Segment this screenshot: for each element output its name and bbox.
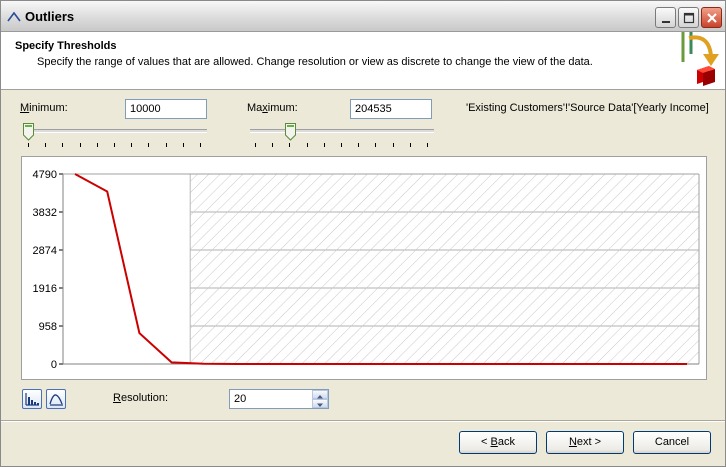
- y-tick-label: 3832: [33, 207, 57, 219]
- window-title: Outliers: [25, 9, 75, 24]
- y-tick-label: 1916: [33, 283, 57, 295]
- next-button[interactable]: Next >: [546, 431, 624, 454]
- excluded-region: [190, 174, 699, 364]
- slider-tick: [62, 143, 64, 147]
- resolution-increment-button[interactable]: [312, 390, 328, 399]
- slider-tick: [28, 143, 29, 147]
- slider-tick: [323, 143, 325, 147]
- maximum-input[interactable]: 204535: [350, 99, 432, 119]
- minimum-input[interactable]: 10000: [125, 99, 207, 119]
- outliers-app-icon: [6, 9, 22, 25]
- slider-tick: [255, 143, 256, 147]
- minimum-slider-ticks: [23, 143, 207, 147]
- resolution-stepper[interactable]: 20: [229, 389, 329, 409]
- slider-tick: [165, 143, 167, 147]
- slider-tick: [409, 143, 411, 147]
- footer-separator: [1, 420, 725, 422]
- maximum-slider-ticks: [250, 143, 434, 147]
- slider-tick: [131, 143, 133, 147]
- y-tick-label: 0: [51, 359, 57, 371]
- resolution-label: Resolution:: [113, 392, 169, 404]
- slider-tick: [96, 143, 98, 147]
- slider-tick: [341, 143, 342, 147]
- maximum-label: Maximum:: [247, 102, 298, 114]
- title-bar[interactable]: Outliers: [1, 1, 725, 32]
- minimum-slider-track: [23, 129, 207, 133]
- maximum-slider[interactable]: [250, 123, 434, 153]
- slider-tick: [427, 143, 428, 147]
- page-description: Specify the range of values that are all…: [37, 56, 593, 68]
- slider-tick: [289, 143, 291, 147]
- header-panel: Specify Thresholds Specify the range of …: [1, 32, 725, 90]
- distribution-chart-svg: 4790 3832 2874 1916 958 0: [33, 169, 700, 371]
- y-tick-label: 958: [39, 321, 57, 333]
- minimum-slider[interactable]: [23, 123, 207, 153]
- wizard-banner-icon: [669, 32, 725, 89]
- slider-tick: [182, 143, 184, 147]
- maximum-slider-track: [250, 129, 434, 133]
- y-tick-label: 2874: [33, 245, 57, 257]
- distribution-chart: 4790 3832 2874 1916 958 0: [21, 156, 707, 380]
- outliers-dialog: Outliers Specify Thresholds Specify the …: [0, 0, 726, 467]
- cancel-button[interactable]: Cancel: [633, 431, 711, 454]
- page-title: Specify Thresholds: [15, 40, 117, 52]
- curve-view-button[interactable]: [46, 389, 66, 409]
- source-column-label: 'Existing Customers'!'Source Data'[Yearl…: [466, 102, 709, 114]
- slider-tick: [148, 143, 150, 147]
- slider-tick: [392, 143, 394, 147]
- maximum-slider-thumb[interactable]: [284, 123, 296, 141]
- slider-tick: [272, 143, 274, 147]
- resolution-spin-buttons: [312, 390, 328, 408]
- back-button[interactable]: < Back: [459, 431, 537, 454]
- arrow-down-icon: [317, 403, 323, 407]
- slider-tick: [358, 143, 360, 147]
- minimum-label: Minimum:: [20, 102, 68, 114]
- slider-tick: [200, 143, 201, 147]
- minimize-button[interactable]: [655, 7, 676, 28]
- resolution-value[interactable]: 20: [234, 393, 246, 405]
- slider-tick: [45, 143, 47, 147]
- slider-tick: [375, 143, 377, 147]
- y-tick-label: 4790: [33, 169, 57, 181]
- slider-tick: [79, 143, 81, 147]
- slider-tick: [114, 143, 115, 147]
- close-button[interactable]: [701, 7, 722, 28]
- minimum-slider-thumb[interactable]: [23, 123, 34, 141]
- histogram-view-button[interactable]: [22, 389, 42, 409]
- slider-tick: [306, 143, 308, 147]
- resolution-decrement-button[interactable]: [312, 399, 328, 408]
- maximize-button[interactable]: [678, 7, 699, 28]
